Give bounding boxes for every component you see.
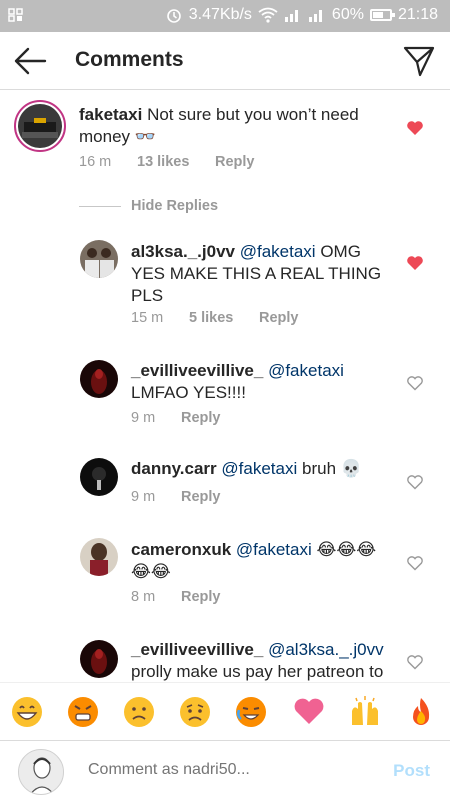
comment-text-line2: prolly make us pay her patreon to (131, 662, 384, 681)
emoji-quick-bar (0, 682, 450, 738)
comment-likes[interactable]: 13 likes (137, 154, 215, 170)
comment-meta: 15 m 5 likes Reply (131, 310, 299, 326)
comment-item: _evilliveevillive_ @al3ksa._.j0vv prolly… (0, 630, 450, 682)
comment-mention[interactable]: @faketaxi (221, 459, 297, 478)
reply-button[interactable]: Reply (215, 154, 255, 170)
back-arrow-icon[interactable] (12, 44, 48, 78)
comment-time: 15 m (131, 310, 164, 326)
comment-username[interactable]: cameronxuk (131, 540, 231, 559)
hide-replies-toggle[interactable]: Hide Replies (79, 198, 218, 214)
comment-meta: 9 m Reply (131, 410, 221, 426)
comment-text-line2: YES MAKE THIS A REAL THING (131, 264, 382, 283)
comment-mention[interactable]: @faketaxi (236, 540, 312, 559)
comment-item: cameronxuk @faketaxi 😂😂😂 😂😂 8 m Reply (0, 530, 450, 620)
angry-face-icon[interactable] (66, 695, 100, 729)
frowning-face-icon[interactable] (122, 695, 156, 729)
comment-mention[interactable]: @faketaxi (240, 242, 316, 261)
avatar-image (80, 360, 118, 398)
avatar-image (80, 240, 118, 278)
taxi-avatar-image (18, 104, 62, 148)
header: Comments (0, 32, 450, 90)
comment-input-bar: Post (0, 740, 450, 800)
comment-meta: 8 m Reply (131, 589, 221, 605)
comment-time: 16 m (79, 154, 112, 170)
avatar-image (80, 458, 118, 496)
comment-time: 9 m (131, 489, 156, 505)
comment-text-line2: money 👓 (79, 127, 156, 146)
user-avatar-image (19, 750, 63, 794)
comment-body: danny.carr @faketaxi bruh 💀 (131, 458, 401, 480)
avatar[interactable] (80, 360, 118, 398)
heart-filled-icon[interactable] (406, 120, 424, 136)
comment-item: al3ksa._.j0vv @faketaxi OMG YES MAKE THI… (0, 230, 450, 340)
reply-button[interactable]: Reply (181, 489, 221, 505)
avatar[interactable] (80, 458, 118, 496)
reply-button[interactable]: Reply (181, 589, 221, 605)
alarm-icon (166, 9, 181, 23)
app-grid-icon (8, 8, 23, 22)
worried-face-icon[interactable] (178, 695, 212, 729)
avatar[interactable] (80, 538, 118, 576)
comment-time: 8 m (131, 589, 156, 605)
heart-outline-icon[interactable] (406, 555, 424, 571)
comment-body: _evilliveevillive_ @al3ksa._.j0vv prolly… (131, 639, 406, 682)
avatar[interactable] (14, 100, 66, 152)
comment-username[interactable]: al3ksa._.j0vv (131, 242, 235, 261)
divider-line (79, 205, 121, 207)
battery-icon (369, 9, 395, 21)
comment-meta: 9 m Reply (131, 489, 221, 505)
comment-text: Not sure but you won’t need (147, 105, 359, 124)
network-speed: 3.47Kb/s (188, 6, 252, 23)
battery-level: 60% (331, 6, 364, 23)
comment-text: bruh 💀 (302, 459, 362, 478)
heart-icon[interactable] (292, 695, 326, 729)
comment-time: 9 m (131, 410, 156, 426)
comment-text-line2: 😂😂 (131, 562, 171, 581)
avatar-image (80, 640, 118, 678)
signal-icon (284, 10, 298, 22)
comment-body: faketaxi Not sure but you won’t need mon… (79, 104, 379, 148)
post-button[interactable]: Post (393, 761, 430, 781)
comment-text-line3: PLS (131, 286, 164, 305)
heart-outline-icon[interactable] (406, 654, 424, 670)
comment-likes[interactable]: 5 likes (189, 310, 259, 326)
comment-item: faketaxi Not sure but you won’t need mon… (0, 90, 450, 200)
clock: 21:18 (397, 6, 438, 23)
comment-body: al3ksa._.j0vv @faketaxi OMG YES MAKE THI… (131, 241, 401, 307)
comment-meta: 16 m 13 likes Reply (79, 154, 255, 170)
comment-username[interactable]: _evilliveevillive_ (131, 640, 263, 659)
page-title: Comments (75, 48, 184, 71)
grinning-face-icon[interactable] (10, 695, 44, 729)
heart-outline-icon[interactable] (406, 375, 424, 391)
comment-text: OMG (320, 242, 361, 261)
comment-body: cameronxuk @faketaxi 😂😂😂 😂😂 (131, 539, 401, 583)
comment-input[interactable] (88, 761, 368, 779)
signal-icon-2 (308, 10, 322, 22)
hide-replies-label[interactable]: Hide Replies (131, 198, 218, 214)
crying-face-icon[interactable] (234, 695, 268, 729)
avatar[interactable] (80, 240, 118, 278)
comment-item: danny.carr @faketaxi bruh 💀 9 m Reply (0, 450, 450, 530)
avatar-image (80, 538, 118, 576)
comment-username[interactable]: danny.carr (131, 459, 217, 478)
reply-button[interactable]: Reply (181, 410, 221, 426)
comment-text: 😂😂😂 (316, 540, 377, 559)
comment-body: _evilliveevillive_ @faketaxi LMFAO YES!!… (131, 360, 401, 404)
comment-text-line2: LMFAO YES!!!! (131, 383, 246, 402)
heart-filled-icon[interactable] (406, 255, 424, 271)
raised-hands-icon[interactable] (348, 695, 382, 729)
avatar[interactable] (80, 640, 118, 678)
reply-button[interactable]: Reply (259, 310, 299, 326)
wifi-icon (258, 7, 278, 23)
comment-item: _evilliveevillive_ @faketaxi LMFAO YES!!… (0, 350, 450, 440)
direct-send-icon[interactable] (402, 44, 436, 78)
my-avatar (18, 749, 64, 795)
comment-username[interactable]: faketaxi (79, 105, 142, 124)
comment-mention[interactable]: @al3ksa._.j0vv (268, 640, 384, 659)
comment-username[interactable]: _evilliveevillive_ (131, 361, 263, 380)
fire-icon[interactable] (404, 695, 438, 729)
comment-mention[interactable]: @faketaxi (268, 361, 344, 380)
status-bar: 3.47Kb/s 60% 21:18 (0, 0, 450, 32)
heart-outline-icon[interactable] (406, 474, 424, 490)
